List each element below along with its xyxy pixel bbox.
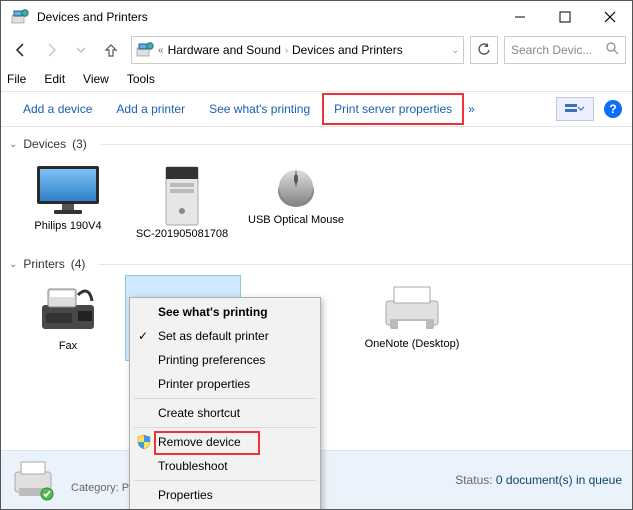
status-printer-icon — [11, 458, 55, 502]
device-label: USB Optical Mouse — [248, 213, 344, 227]
breadcrumb-devices[interactable]: Devices and Printers — [292, 43, 403, 57]
maximize-button[interactable] — [542, 1, 587, 33]
search-input[interactable]: Search Devic... — [504, 36, 626, 64]
recent-dropdown[interactable] — [67, 36, 95, 64]
more-commands-button[interactable]: » — [468, 102, 475, 116]
minimize-button[interactable] — [497, 1, 542, 33]
divider — [99, 264, 632, 265]
devices-printers-icon — [11, 8, 29, 26]
breadcrumb-icon — [136, 41, 154, 59]
see-printing-button[interactable]: See what's printing — [197, 92, 322, 126]
context-menu: See what's printing ✓Set as default prin… — [129, 297, 321, 510]
up-button[interactable] — [97, 36, 125, 64]
command-bar: Add a device Add a printer See what's pr… — [1, 91, 632, 127]
breadcrumb-bar[interactable]: « Hardware and Sound › Devices and Print… — [131, 36, 464, 64]
refresh-button[interactable] — [470, 36, 498, 64]
menu-view[interactable]: View — [83, 72, 109, 86]
group-header-devices[interactable]: ⌄ Devices (3) — [9, 137, 632, 151]
ctx-remove-device[interactable]: Remove device — [130, 430, 320, 454]
device-item-monitor[interactable]: Philips 190V4 — [11, 155, 125, 249]
breadcrumb-hardware[interactable]: Hardware and Sound — [168, 43, 281, 57]
device-item-pc[interactable]: SC-201905081708 — [125, 155, 239, 249]
search-icon — [606, 42, 619, 58]
menu-separator — [134, 480, 316, 481]
group-header-printers[interactable]: ⌄ Printers (4) — [9, 257, 632, 271]
fax-icon — [36, 283, 100, 337]
devices-grid: Philips 190V4 SC-201905081708 USB Optica… — [9, 155, 632, 249]
ctx-printing-prefs[interactable]: Printing preferences — [130, 348, 320, 372]
menu-file[interactable]: File — [7, 72, 26, 86]
checkmark-icon: ✓ — [138, 329, 148, 343]
add-device-button[interactable]: Add a device — [11, 92, 104, 126]
ctx-properties[interactable]: Properties — [130, 483, 320, 507]
window: Devices and Printers « Hardware and Soun… — [0, 0, 633, 510]
device-item-mouse[interactable]: USB Optical Mouse — [239, 155, 353, 249]
back-button[interactable] — [7, 36, 35, 64]
queue-count: 0 document(s) in queue — [496, 473, 622, 487]
divider — [101, 144, 632, 145]
menu-separator — [134, 398, 316, 399]
window-title: Devices and Printers — [37, 10, 148, 24]
help-button[interactable]: ? — [604, 100, 622, 118]
status-label: Status: — [455, 473, 492, 487]
chevron-down-icon: ⌄ — [9, 259, 17, 270]
pc-tower-icon — [154, 163, 210, 225]
ctx-set-default[interactable]: ✓Set as default printer — [130, 324, 320, 348]
printer-item-fax[interactable]: Fax — [11, 275, 125, 361]
printer-label: OneNote (Desktop) — [365, 337, 460, 351]
print-server-properties-button[interactable]: Print server properties — [322, 93, 464, 125]
group-count-devices: (3) — [72, 137, 87, 151]
menu-separator — [134, 427, 316, 428]
add-printer-button[interactable]: Add a printer — [104, 92, 197, 126]
forward-button[interactable] — [37, 36, 65, 64]
ctx-see-printing[interactable]: See what's printing — [130, 300, 320, 324]
uac-shield-icon — [136, 434, 152, 450]
group-label-printers: Printers — [23, 257, 64, 271]
chevron-down-icon: ⌄ — [9, 139, 17, 150]
group-label-devices: Devices — [23, 137, 66, 151]
status-right: Status: 0 document(s) in queue — [455, 473, 622, 487]
titlebar: Devices and Printers — [1, 1, 632, 33]
printer-item-onenote[interactable]: OneNote (Desktop) — [355, 275, 469, 361]
menu-tools[interactable]: Tools — [127, 72, 155, 86]
device-label: SC-201905081708 — [136, 227, 228, 241]
monitor-icon — [34, 163, 102, 217]
window-buttons — [497, 1, 632, 33]
search-placeholder: Search Devic... — [511, 43, 592, 57]
group-count-printers: (4) — [71, 257, 86, 271]
breadcrumb-prefix: « — [158, 45, 164, 56]
nav-bar: « Hardware and Sound › Devices and Print… — [1, 33, 632, 67]
ctx-troubleshoot[interactable]: Troubleshoot — [130, 454, 320, 478]
mouse-icon — [268, 163, 324, 211]
chevron-right-icon[interactable]: › — [285, 45, 288, 55]
printer-icon — [380, 283, 444, 335]
device-label: Philips 190V4 — [34, 219, 101, 233]
menu-edit[interactable]: Edit — [44, 72, 65, 86]
view-options-button[interactable] — [556, 97, 594, 121]
ctx-printer-props[interactable]: Printer properties — [130, 372, 320, 396]
highlight-box — [154, 431, 260, 455]
printer-label: Fax — [59, 339, 77, 353]
breadcrumb-dropdown[interactable]: ⌄ — [451, 45, 459, 56]
menu-bar: File Edit View Tools — [1, 67, 632, 91]
ctx-create-shortcut[interactable]: Create shortcut — [130, 401, 320, 425]
toolbar-right: ? — [556, 97, 622, 121]
close-button[interactable] — [587, 1, 632, 33]
